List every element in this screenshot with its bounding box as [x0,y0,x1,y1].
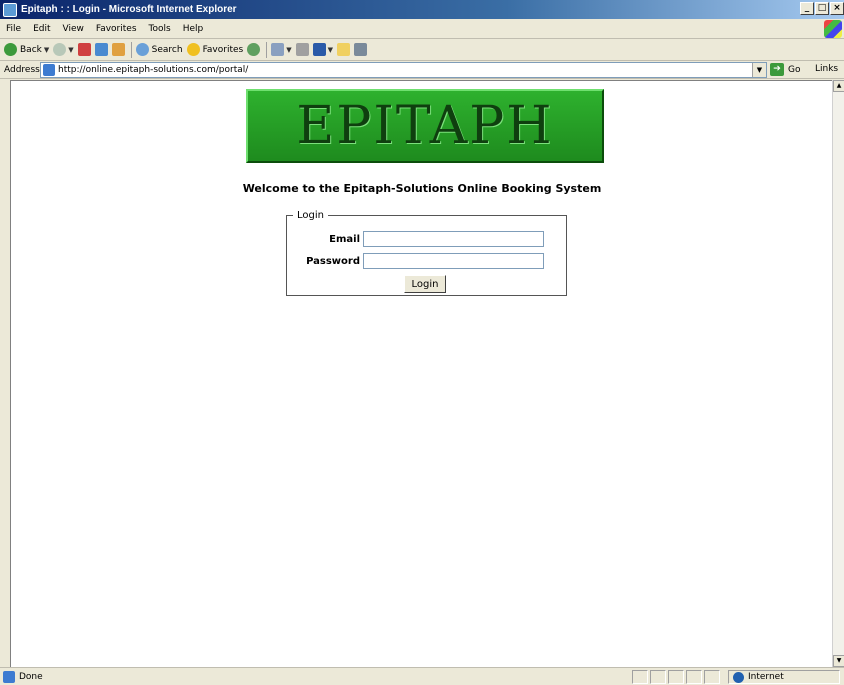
close-button[interactable]: × [830,2,844,15]
history-icon [247,43,261,56]
status-pane [668,670,684,684]
scroll-up-icon[interactable]: ▲ [833,80,844,92]
globe-icon [733,671,744,683]
email-label: Email [329,233,360,245]
menu-edit[interactable]: Edit [33,24,50,34]
home-button[interactable] [111,43,125,56]
address-dropdown-icon[interactable]: ▼ [752,63,766,77]
status-text: Done [19,671,43,682]
security-zone: Internet [728,670,840,684]
toolbar-separator [130,41,132,58]
status-bar: Done Internet [0,667,844,685]
address-bar: Address http://online.epitaph-solutions.… [0,61,844,79]
search-button[interactable]: Search [135,43,183,56]
print-button[interactable] [295,43,309,56]
window-title: Epitaph : : Login - Microsoft Internet E… [21,4,237,15]
logo-text: EPITAPH [296,96,554,156]
favorites-label: Favorites [202,44,244,55]
status-panes [632,670,720,684]
minimize-button[interactable]: _ [800,2,814,15]
status-pane [704,670,720,684]
printer-icon [295,43,309,56]
menu-file[interactable]: File [6,24,21,34]
login-button[interactable]: Login [404,275,446,293]
address-url: http://online.epitaph-solutions.com/port… [58,65,249,75]
address-label: Address [4,64,40,75]
home-icon [111,43,125,56]
messenger-button[interactable] [354,43,367,56]
back-button[interactable]: Back ▼ [4,43,49,56]
links-button[interactable]: Links [815,64,838,74]
email-field[interactable] [363,231,544,247]
menu-help[interactable]: Help [183,24,204,34]
status-pane [650,670,666,684]
refresh-icon [94,43,108,56]
forward-arrow-icon [53,43,67,56]
login-fieldset: Login Email Password Login [286,210,567,296]
dropdown-arrow-icon: ▼ [286,45,292,54]
back-arrow-icon [4,43,17,56]
dropdown-arrow-icon: ▼ [43,45,50,54]
messenger-icon [354,43,367,56]
go-label: Go [788,64,801,75]
status-pane [632,670,648,684]
browser-window: Epitaph : : Login - Microsoft Internet E… [0,0,844,685]
welcome-heading: Welcome to the Epitaph-Solutions Online … [242,182,602,195]
dropdown-arrow-icon: ▼ [68,45,74,54]
toolbar: Back ▼ ▼ Search Favorites ▼ ▼ [0,39,844,61]
login-legend: Login [297,210,324,221]
maximize-button[interactable]: □ [815,2,829,15]
refresh-button[interactable] [94,43,108,56]
menu-tools[interactable]: Tools [149,24,171,34]
stop-icon [77,43,91,56]
toolbar-separator [266,41,268,58]
go-button[interactable]: ➔ Go [770,63,800,76]
menu-bar: File Edit View Favorites Tools Help [0,19,844,39]
ie-icon [3,2,17,17]
mail-button[interactable]: ▼ [271,43,292,56]
forward-button[interactable]: ▼ [53,43,74,56]
menu-view[interactable]: View [63,24,84,34]
password-row: Password [287,253,544,269]
go-arrow-icon: ➔ [770,63,784,76]
vertical-scrollbar[interactable]: ▲ ▼ [832,80,844,667]
search-label: Search [151,44,183,55]
menu-favorites[interactable]: Favorites [96,24,137,34]
mail-icon [271,43,285,56]
email-row: Email [287,231,544,247]
folder-icon [337,43,350,56]
password-field[interactable] [363,253,544,269]
scroll-down-icon[interactable]: ▼ [833,655,844,667]
word-icon [312,43,326,56]
dropdown-arrow-icon: ▼ [327,45,333,54]
page-viewport: EPITAPH Welcome to the Epitaph-Solutions… [10,80,832,667]
status-pane [686,670,702,684]
windows-logo-icon [824,20,842,38]
star-icon [186,43,200,56]
edit-word-button[interactable]: ▼ [312,43,333,56]
folder-button[interactable] [337,43,350,56]
back-label: Back [20,44,42,55]
zone-label: Internet [748,672,784,682]
page-icon [43,64,55,76]
epitaph-logo: EPITAPH [246,89,604,163]
page-done-icon [3,670,15,683]
address-input[interactable]: http://online.epitaph-solutions.com/port… [40,62,767,78]
search-icon [135,43,149,56]
stop-button[interactable] [77,43,91,56]
password-label: Password [306,255,360,267]
title-bar: Epitaph : : Login - Microsoft Internet E… [0,0,844,19]
favorites-button[interactable]: Favorites [186,43,244,56]
history-button[interactable] [247,43,261,56]
